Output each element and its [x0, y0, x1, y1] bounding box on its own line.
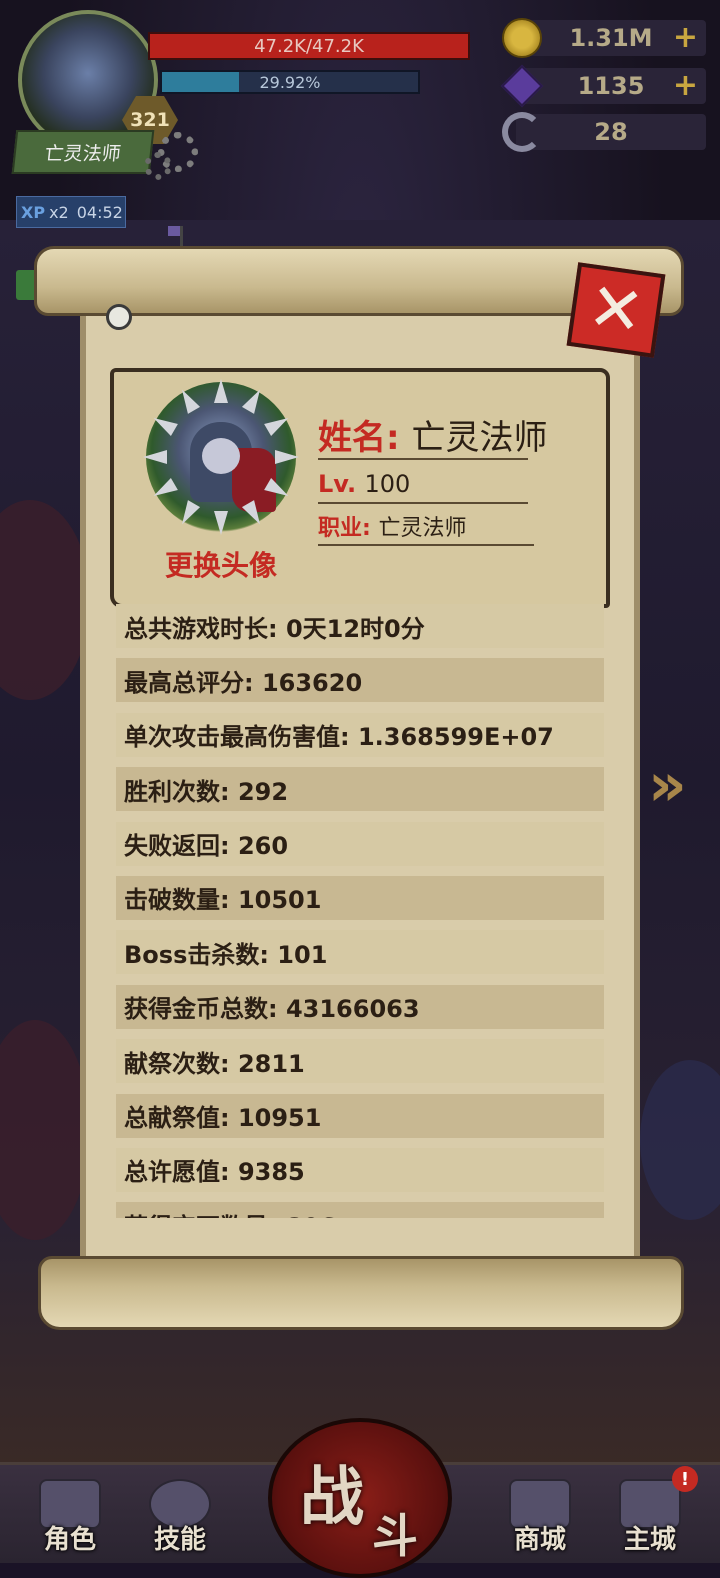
portrait-spike [143, 450, 167, 464]
hp-text: 47.2K/47.2K [254, 35, 364, 57]
profile-level-line: Lv. 100 [318, 470, 410, 498]
gem-value: 1135 [577, 72, 645, 100]
xp-boost-timer: 04:52 [76, 202, 123, 222]
xp-boost-indicator[interactable]: XP x2 04:52 [16, 196, 126, 228]
stat-row: 击破数量: 10501 [116, 875, 604, 920]
stat-row: 总献祭值: 10951 [116, 1093, 604, 1138]
battle-label-1: 战 [300, 1461, 370, 1535]
level-label: Lv. [318, 470, 357, 498]
add-gem-plus-icon[interactable]: + [673, 71, 698, 101]
nav-skill-button[interactable]: 技能 [132, 1470, 228, 1556]
profile-name-line: 姓名: 亡灵法师 [318, 410, 547, 459]
player-name-plate: 亡灵法师 [11, 130, 155, 174]
portrait-spike [175, 385, 201, 414]
pin-icon [106, 304, 132, 330]
profile-class-line: 职业: 亡灵法师 [318, 510, 467, 542]
class-value: 亡灵法师 [378, 516, 467, 541]
battle-label-2: 斗 [372, 1509, 418, 1563]
gem-counter: 1135 + [500, 64, 706, 108]
forward-chevrons-icon: » [648, 750, 687, 820]
scroll-bottom-roll [38, 1256, 684, 1330]
stat-row: 总许愿值: 9385 [116, 1147, 604, 1192]
class-label: 职业: [318, 516, 371, 541]
portrait-spike [241, 385, 267, 414]
close-icon: ✕ [583, 267, 649, 352]
xp-bar: 29.92% [160, 70, 420, 94]
class-underline [318, 544, 534, 546]
xp-bar-fill [162, 72, 239, 92]
portrait-spike [149, 411, 178, 437]
nav-role-label: 角色 [43, 1525, 96, 1555]
city-alert-badge: ! [672, 1466, 698, 1492]
stats-list[interactable]: 总共游戏时长: 0天12时0分 最高总评分: 163620 单次攻击最高伤害值:… [116, 604, 604, 1218]
portrait-face [202, 438, 240, 474]
stat-row: Boss击杀数: 101 [116, 930, 604, 975]
stat-row: 失败返回: 260 [116, 821, 604, 866]
nav-skill-label: 技能 [153, 1525, 206, 1555]
nav-city-label: 主城 [623, 1525, 676, 1555]
hp-bar: 47.2K/47.2K [148, 32, 470, 60]
portrait-spike [275, 450, 299, 464]
name-value: 亡灵法师 [411, 418, 548, 458]
change-avatar-button[interactable]: 更换头像 [156, 544, 286, 584]
gold-coin-icon [502, 18, 542, 58]
gold-counter: 1.31M + [502, 18, 706, 58]
xp-boost-label: XP [21, 202, 46, 222]
stat-row: 总共游戏时长: 0天12时0分 [116, 604, 604, 648]
nav-shop-button[interactable]: 商城 [492, 1470, 588, 1556]
portrait-spike [214, 511, 228, 535]
close-button[interactable]: ✕ [566, 262, 666, 358]
horn-value: 28 [594, 118, 628, 146]
ram-horn-icon [502, 112, 542, 152]
stat-row: 最高总评分: 163620 [116, 658, 604, 703]
nav-shop-label: 商城 [513, 1525, 566, 1555]
stat-row: 胜利次数: 292 [116, 767, 604, 812]
xp-text: 29.92% [259, 72, 321, 92]
stat-row: 献祭次数: 2811 [116, 1039, 604, 1084]
portrait-spike [149, 477, 178, 503]
stat-row: 获得宝石数量: 806 [116, 1202, 604, 1218]
name-label: 姓名: [318, 418, 400, 458]
player-name: 亡灵法师 [43, 142, 122, 165]
gold-value: 1.31M [569, 24, 653, 52]
level-underline [318, 502, 528, 504]
add-gold-plus-icon[interactable]: + [673, 23, 698, 53]
level-value: 100 [364, 470, 411, 498]
nav-role-button[interactable]: 角色 [22, 1470, 118, 1556]
portrait-spike [214, 379, 228, 403]
xp-boost-mult: x2 [49, 202, 69, 222]
name-underline [318, 458, 528, 460]
profile-portrait[interactable] [143, 379, 299, 535]
stat-row: 获得金币总数: 43166063 [116, 984, 604, 1029]
stat-row: 单次攻击最高伤害值: 1.368599E+07 [116, 712, 604, 757]
horn-counter: 28 [502, 112, 706, 152]
small-gear-icon [144, 152, 172, 180]
